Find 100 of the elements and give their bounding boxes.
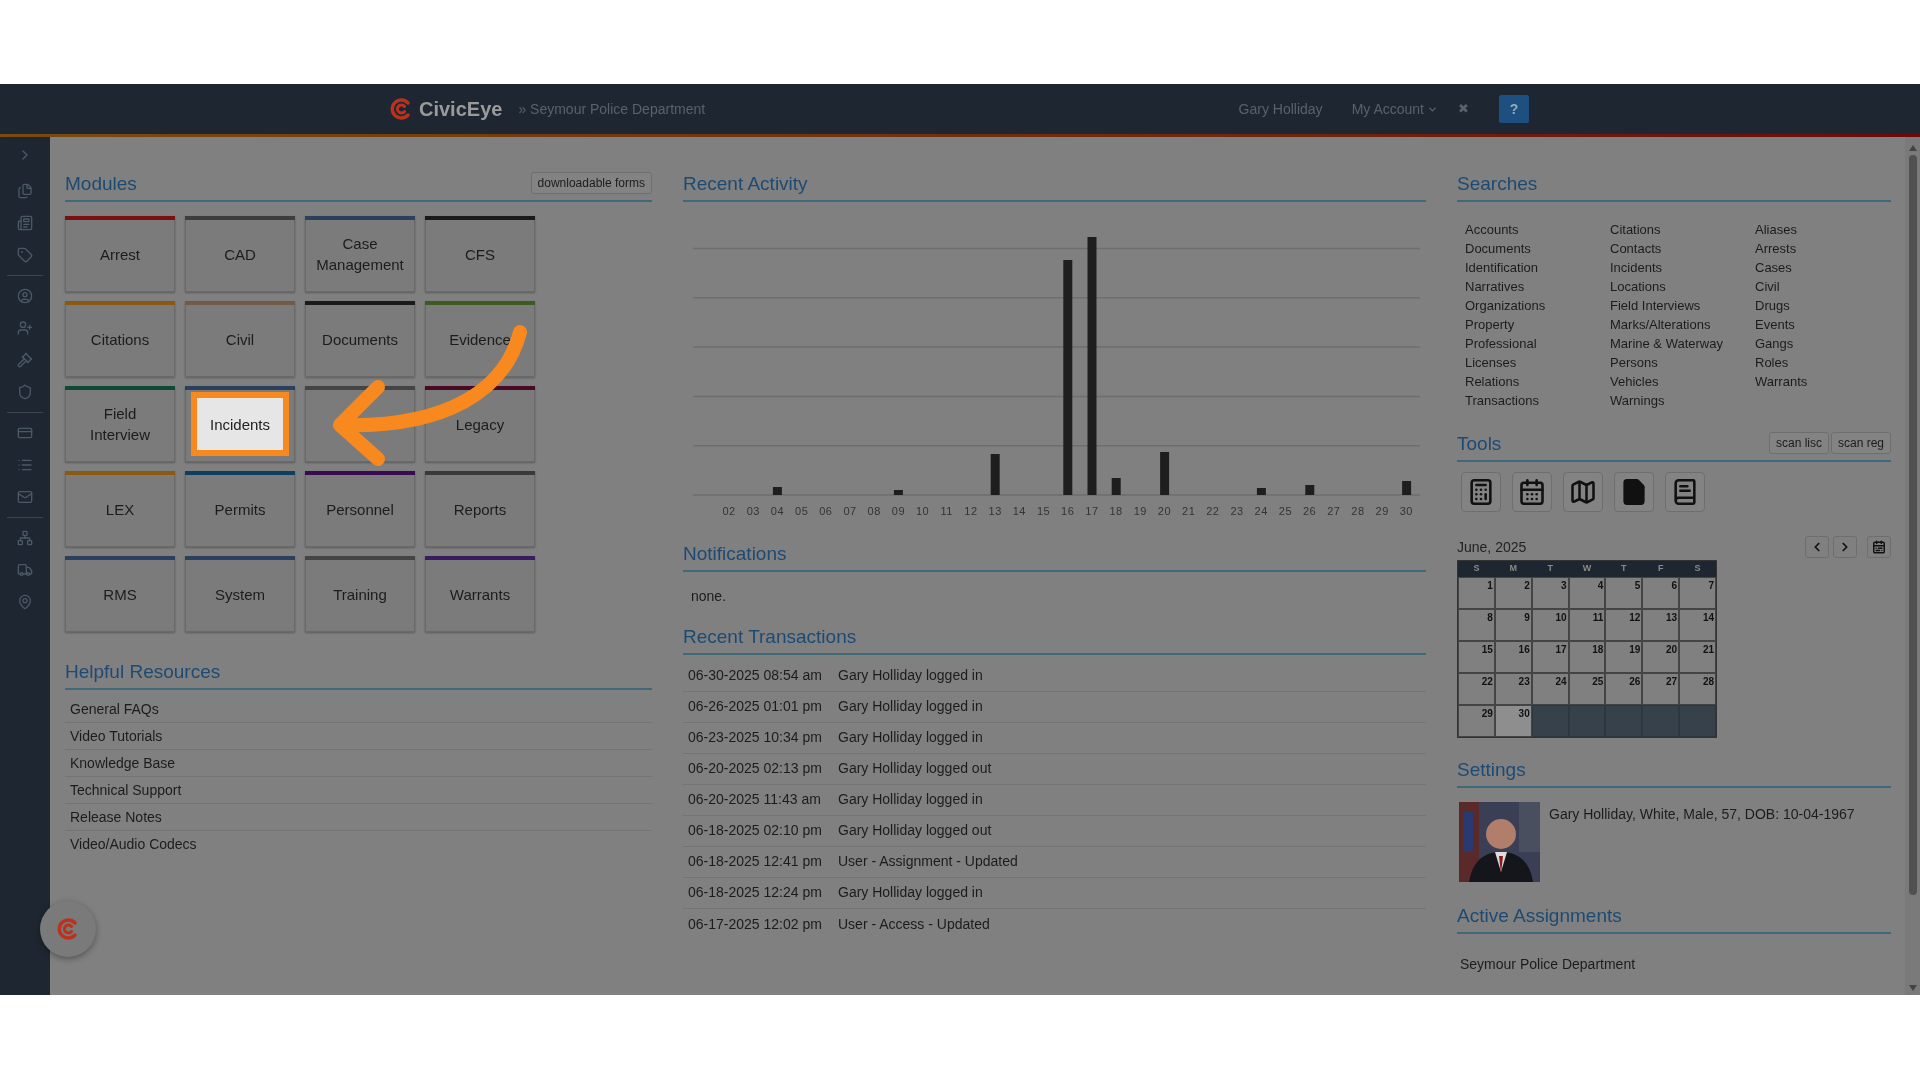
files-icon[interactable] [17,183,33,199]
user-name[interactable]: Gary Holliday [1238,98,1323,120]
calendar-day[interactable]: 2 [1494,577,1532,609]
calendar-day[interactable]: 24 [1531,673,1569,705]
downloadable-forms-button[interactable]: downloadable forms [530,172,652,194]
calendar-day[interactable]: 30 [1494,705,1532,737]
newspaper-icon[interactable] [17,215,33,231]
tool-button[interactable] [1614,472,1654,512]
module-tile[interactable]: Citations [65,301,175,377]
search-link[interactable]: Roles [1755,353,1885,372]
search-link[interactable]: Arrests [1755,239,1885,258]
search-link[interactable]: Gangs [1755,334,1885,353]
module-tile[interactable]: LEX [65,471,175,547]
calendar-day[interactable]: 10 [1531,609,1569,641]
search-link[interactable]: Citations [1610,220,1755,239]
tool-button[interactable] [1665,472,1705,512]
search-link[interactable]: Property [1465,315,1610,334]
scan-button[interactable]: scan lisc [1768,432,1829,454]
calendar-day[interactable]: 1 [1458,577,1495,609]
search-link[interactable]: Professional [1465,334,1610,353]
search-link[interactable]: Organizations [1465,296,1610,315]
search-link[interactable]: Drugs [1755,296,1885,315]
account-menu[interactable]: My Account [1351,98,1438,120]
search-link[interactable]: Warrants [1755,372,1885,391]
calendar-day[interactable]: 3 [1531,577,1569,609]
calendar-day[interactable]: 13 [1642,609,1680,641]
search-link[interactable]: Events [1755,315,1885,334]
calendar-day[interactable]: 25 [1568,673,1606,705]
calendar-day[interactable]: 12 [1605,609,1643,641]
module-tile[interactable]: CAD [185,216,295,292]
calendar-day[interactable]: 7 [1679,577,1716,609]
calendar-day[interactable]: 5 [1605,577,1643,609]
search-link[interactable]: Accounts [1465,220,1610,239]
calendar-day[interactable]: 23 [1494,673,1532,705]
resource-link[interactable]: Video/Audio Codecs [70,834,197,855]
resource-link[interactable]: Video Tutorials [70,725,163,747]
calendar-day[interactable]: 15 [1458,641,1495,673]
search-link[interactable]: Contacts [1610,239,1755,258]
gavel-icon[interactable] [17,352,33,368]
calendar-day[interactable]: 26 [1605,673,1643,705]
calendar-day[interactable]: 18 [1568,641,1606,673]
tag-icon[interactable] [17,247,33,263]
module-tile[interactable]: Permits [185,471,295,547]
close-button[interactable]: ✖ [1458,99,1469,119]
calendar-day[interactable]: 14 [1679,609,1716,641]
module-tile[interactable]: CFS [425,216,535,292]
calendar-day[interactable]: 19 [1605,641,1643,673]
resource-link[interactable]: Knowledge Base [70,752,176,774]
module-tile[interactable]: Arrest [65,216,175,292]
module-tile[interactable]: Field Interview [65,386,175,462]
user-plus-icon[interactable] [17,320,33,336]
calendar-day[interactable]: 8 [1458,609,1495,641]
search-link[interactable]: Documents [1465,239,1610,258]
module-tile[interactable]: Evidence [425,301,535,377]
calendar-day[interactable]: 4 [1568,577,1606,609]
resource-link[interactable]: Release Notes [70,806,162,828]
calendar-day[interactable]: 16 [1494,641,1532,673]
mail-icon[interactable] [17,489,33,505]
search-link[interactable]: Narratives [1465,277,1610,296]
calendar-day[interactable]: 27 [1642,673,1680,705]
truck-icon[interactable] [17,562,33,578]
next-month-button[interactable] [1833,536,1857,558]
tool-button[interactable] [1563,472,1603,512]
department-link[interactable]: » Seymour Police Department [518,98,706,120]
module-tile[interactable]: Case Management [305,216,415,292]
module-tile[interactable]: Civil [185,301,295,377]
module-tile[interactable]: Documents [305,301,415,377]
scrollbar[interactable] [1905,137,1920,995]
resource-link[interactable]: Technical Support [70,779,182,801]
map-pin-icon[interactable] [17,594,33,610]
previous-month-button[interactable] [1805,536,1829,558]
module-tile[interactable]: RMS [65,556,175,632]
search-link[interactable]: Locations [1610,277,1755,296]
calendar-view-button[interactable] [1867,536,1891,558]
shield-icon[interactable] [17,384,33,400]
list-icon[interactable] [17,457,33,473]
module-tile[interactable]: Training [305,556,415,632]
calendar-day[interactable]: 20 [1642,641,1680,673]
search-link[interactable]: Incidents [1610,258,1755,277]
calendar-day[interactable]: 28 [1679,673,1716,705]
calendar-day[interactable]: 21 [1679,641,1716,673]
search-link[interactable]: Vehicles [1610,372,1755,391]
module-tile[interactable]: System [185,556,295,632]
module-tile[interactable]: Warrants [425,556,535,632]
user-circle-icon[interactable] [17,288,33,304]
search-link[interactable]: Marine & Waterway [1610,334,1755,353]
tool-button[interactable] [1461,472,1501,512]
module-tile[interactable]: Incidents [185,386,295,462]
calendar-day[interactable]: 22 [1458,673,1495,705]
calendar-day[interactable]: 6 [1642,577,1680,609]
network-icon[interactable] [17,530,33,546]
search-link[interactable]: Marks/Alterations [1610,315,1755,334]
search-link[interactable]: Transactions [1465,391,1610,410]
search-link[interactable]: Aliases [1755,220,1885,239]
calendar-day[interactable]: 11 [1568,609,1606,641]
search-link[interactable]: Field Interviews [1610,296,1755,315]
search-link[interactable]: Cases [1755,258,1885,277]
module-tile[interactable]: Reports [425,471,535,547]
card-icon[interactable] [17,425,33,441]
calendar-day[interactable]: 17 [1531,641,1569,673]
